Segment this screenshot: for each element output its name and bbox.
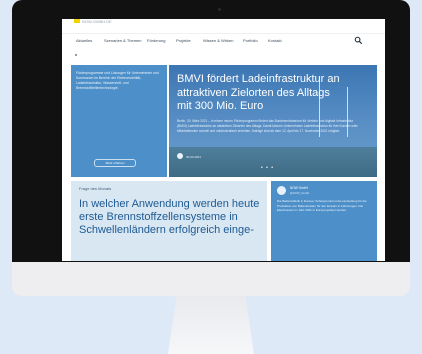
hero-title[interactable]: BMVI fördert Ladeinfrastruktur an attrak… — [177, 73, 347, 114]
hero-text: Berlin, 30. März 2021 – In einem neuen F… — [177, 119, 358, 133]
nav-item-projekte[interactable]: Projekte — [176, 38, 191, 43]
browser-screen: NOW-GMBH.DE Aktuelles Szenarien & Themen… — [62, 19, 385, 261]
nav-item-szenarien[interactable]: Szenarien & Themen — [104, 38, 142, 43]
monitor-chin — [12, 262, 410, 296]
avatar — [277, 186, 286, 195]
question-of-month: Frage des Monats In welcher Anwendung we… — [71, 181, 267, 261]
hero-slider[interactable]: BMVI fördert Ladeinfrastruktur an attrak… — [169, 65, 377, 177]
nav-item-wissen[interactable]: Wissen & Wirken — [203, 38, 233, 43]
logo-mark — [74, 19, 80, 23]
main-content: Förderprogramme und Lösungen für Unterne… — [71, 65, 377, 261]
social-account-name[interactable]: NOW GmbH — [290, 186, 308, 190]
info-teaser-text: Förderprogramme und Lösungen für Unterne… — [76, 71, 159, 90]
question-label: Frage des Monats — [79, 186, 112, 191]
slider-pagination[interactable]: • • • — [261, 165, 274, 171]
hero-landscape — [169, 147, 377, 177]
nav-item-foerderung[interactable]: Förderung — [147, 38, 165, 43]
info-teaser-button[interactable]: Mehr erfahren — [94, 159, 136, 167]
search-icon[interactable] — [354, 36, 363, 45]
hero-date: 30.03.2021 — [186, 155, 202, 159]
nav-item-kontakt[interactable]: Kontakt — [268, 38, 282, 43]
camera-dot — [218, 8, 221, 11]
info-teaser: Förderprogramme und Lösungen für Unterne… — [71, 65, 167, 177]
info-teaser-button-label: Mehr erfahren — [105, 161, 125, 165]
play-icon[interactable] — [177, 153, 183, 159]
breadcrumb — [75, 54, 77, 56]
monitor-stand — [168, 296, 254, 354]
main-navigation: Aktuelles Szenarien & Themen Förderung P… — [62, 33, 385, 49]
nav-item-portfolio[interactable]: Portfolio — [243, 38, 258, 43]
social-account-handle: @NOW_GmbH — [290, 191, 310, 195]
social-feed: NOW GmbH @NOW_GmbH Die Batteriefabrik in… — [271, 181, 377, 261]
nav-item-aktuelles[interactable]: Aktuelles — [76, 38, 92, 43]
question-title[interactable]: In welcher Anwendung werden heute erste … — [79, 198, 263, 237]
logo-text[interactable]: NOW-GMBH.DE — [82, 19, 112, 24]
top-bar: NOW-GMBH.DE — [62, 19, 385, 34]
social-post-text: Die Batteriefabrik in Europa: Schwerpunk… — [277, 199, 367, 213]
